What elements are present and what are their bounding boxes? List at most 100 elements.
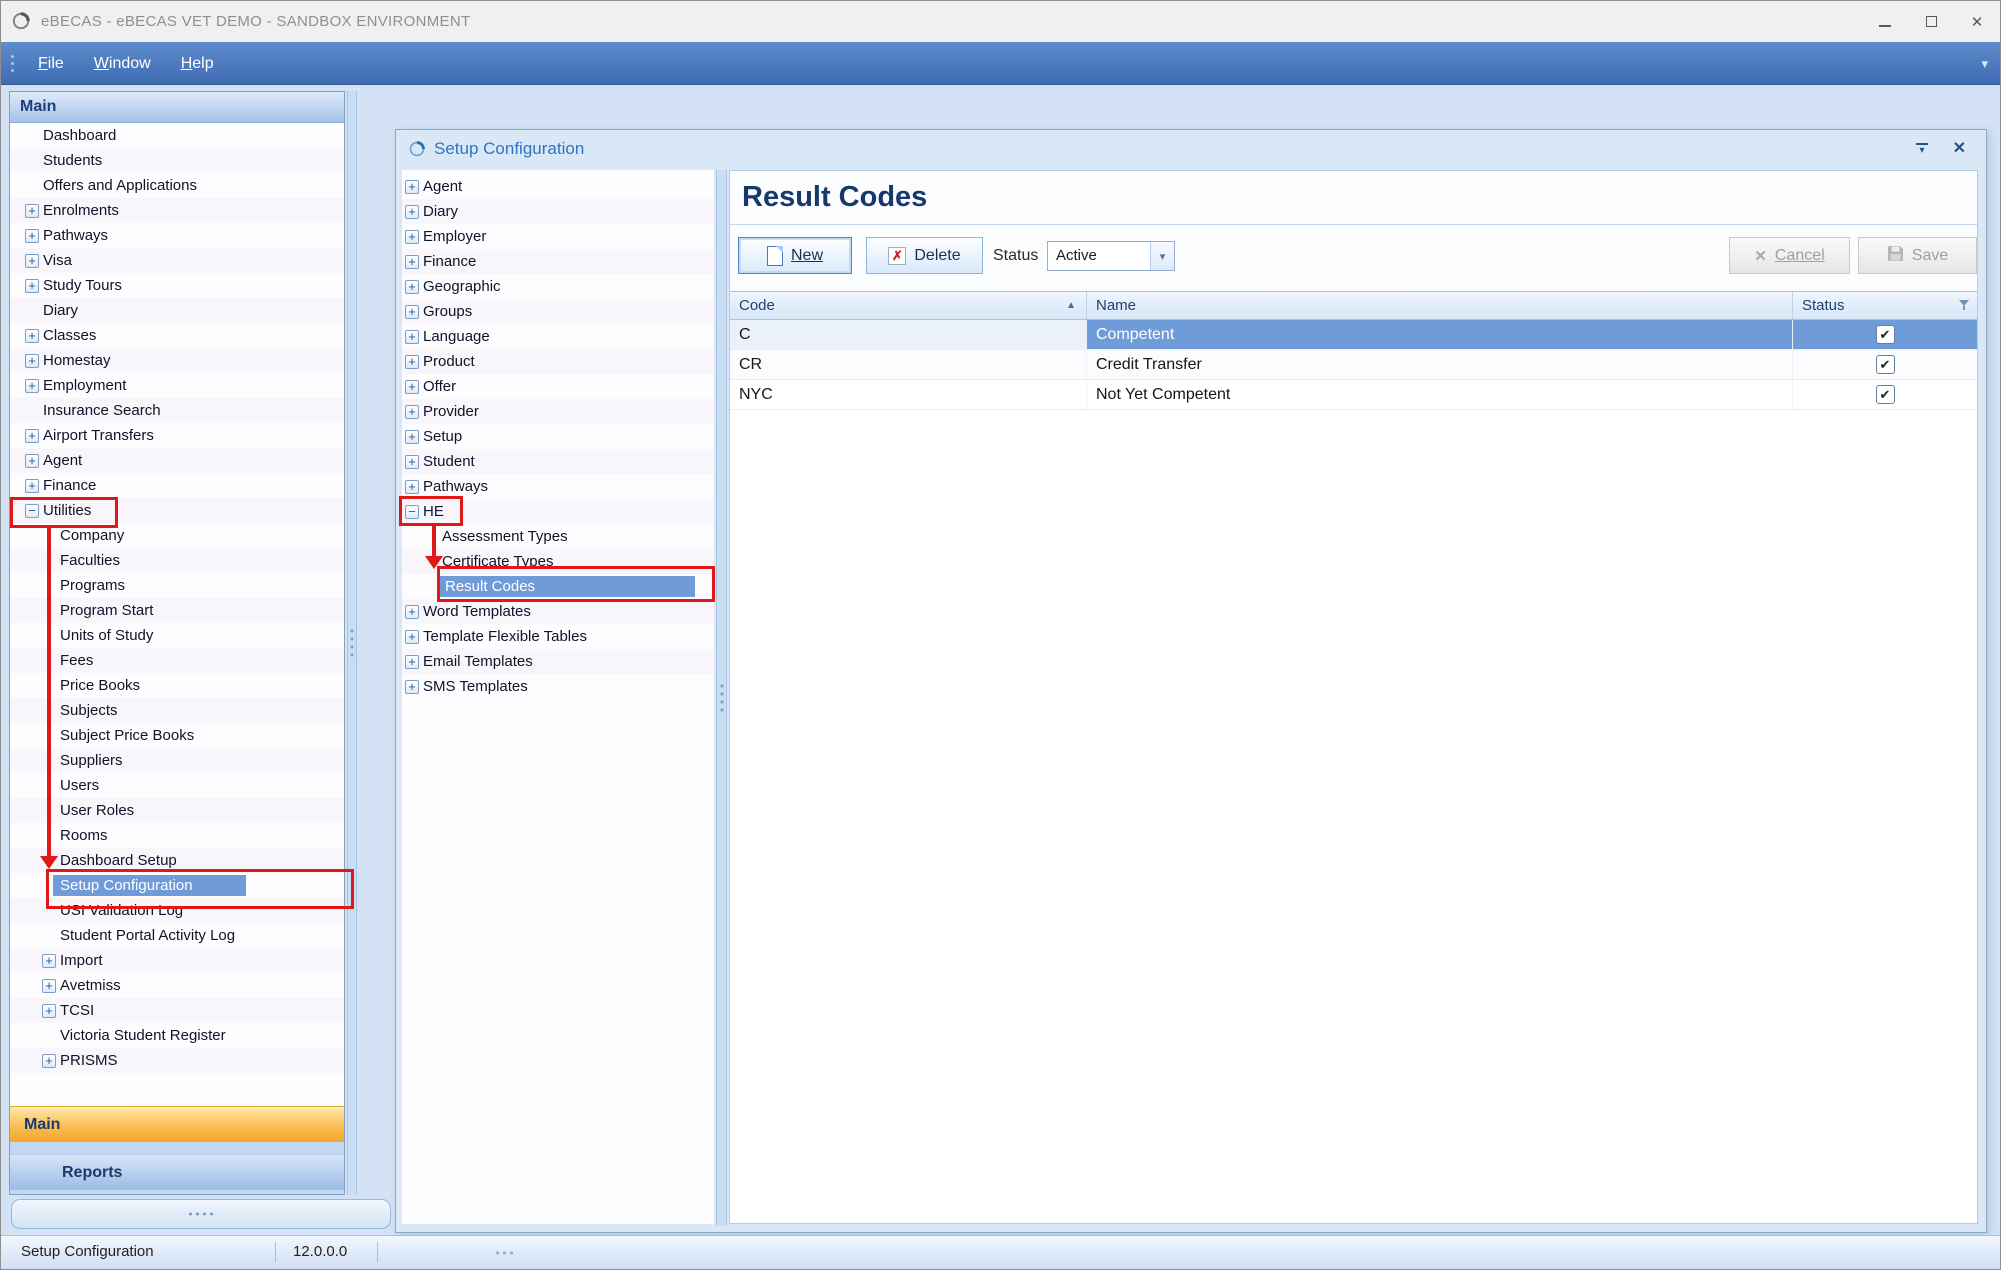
name-cell[interactable]: Credit Transfer (1087, 350, 1793, 379)
expand-icon[interactable]: + (25, 229, 39, 243)
expand-icon[interactable]: + (405, 355, 419, 369)
expand-icon[interactable]: + (405, 205, 419, 219)
expand-icon[interactable]: + (405, 430, 419, 444)
config-tree-item-provider[interactable]: +Provider (402, 399, 714, 424)
expand-icon[interactable]: + (25, 479, 39, 493)
menu-file[interactable]: File (23, 42, 79, 85)
minimize-button[interactable] (1862, 1, 1908, 42)
expand-icon[interactable]: + (405, 605, 419, 619)
config-tree-item-agent[interactable]: +Agent (402, 174, 714, 199)
status-checkbox[interactable]: ✔ (1876, 325, 1895, 344)
expand-icon[interactable]: + (405, 255, 419, 269)
expand-icon[interactable]: + (42, 1054, 56, 1068)
sidebar-item-visa[interactable]: +Visa (10, 248, 344, 273)
config-tree-item-diary[interactable]: +Diary (402, 199, 714, 224)
config-tree-item-word-templates[interactable]: +Word Templates (402, 599, 714, 624)
configuration-splitter[interactable] (716, 170, 727, 1226)
collapse-icon[interactable]: − (405, 505, 419, 519)
sidebar-item-setup-configuration[interactable]: Setup Configuration (10, 873, 344, 898)
expand-icon[interactable]: + (405, 305, 419, 319)
expand-icon[interactable]: + (25, 329, 39, 343)
config-tree-item-result-codes[interactable]: Result Codes (402, 574, 714, 599)
sidebar-item-agent[interactable]: +Agent (10, 448, 344, 473)
new-button[interactable]: New (738, 237, 852, 274)
code-cell[interactable]: C (730, 320, 1087, 349)
config-tree-item-employer[interactable]: +Employer (402, 224, 714, 249)
sidebar-item-prisms[interactable]: +PRISMS (10, 1048, 344, 1073)
expand-icon[interactable]: + (25, 279, 39, 293)
sidebar-item-offers-and-applications[interactable]: Offers and Applications (10, 173, 344, 198)
sidebar-item-pathways[interactable]: +Pathways (10, 223, 344, 248)
sidebar-item-diary[interactable]: Diary (10, 298, 344, 323)
expand-icon[interactable]: + (42, 954, 56, 968)
sidebar-item-users[interactable]: Users (10, 773, 344, 798)
config-tree-item-geographic[interactable]: +Geographic (402, 274, 714, 299)
sidebar-item-program-start[interactable]: Program Start (10, 598, 344, 623)
menu-help[interactable]: Help (166, 42, 229, 85)
expand-icon[interactable]: + (405, 630, 419, 644)
sidebar-item-dashboard[interactable]: Dashboard (10, 123, 344, 148)
sidebar-item-programs[interactable]: Programs (10, 573, 344, 598)
sidebar-item-faculties[interactable]: Faculties (10, 548, 344, 573)
sidebar-item-finance[interactable]: +Finance (10, 473, 344, 498)
sidebar-item-students[interactable]: Students (10, 148, 344, 173)
name-cell[interactable]: Competent (1087, 320, 1793, 349)
expand-icon[interactable]: + (405, 455, 419, 469)
sidebar-item-victoria-student-register[interactable]: Victoria Student Register (10, 1023, 344, 1048)
sidebar-item-homestay[interactable]: +Homestay (10, 348, 344, 373)
config-tree-item-assessment-types[interactable]: Assessment Types (402, 524, 714, 549)
sidebar-item-classes[interactable]: +Classes (10, 323, 344, 348)
sidebar-item-import[interactable]: +Import (10, 948, 344, 973)
status-checkbox[interactable]: ✔ (1876, 385, 1895, 404)
expand-icon[interactable]: + (25, 379, 39, 393)
sidebar-item-avetmiss[interactable]: +Avetmiss (10, 973, 344, 998)
titlebar[interactable]: eBECAS - eBECAS VET DEMO - SANDBOX ENVIR… (1, 1, 2000, 42)
sidebar-item-employment[interactable]: +Employment (10, 373, 344, 398)
reports-nav-group-button[interactable]: Reports (10, 1154, 344, 1190)
expand-icon[interactable]: + (405, 405, 419, 419)
sidebar-item-price-books[interactable]: Price Books (10, 673, 344, 698)
config-tree-item-pathways[interactable]: +Pathways (402, 474, 714, 499)
column-header-code[interactable]: Code ▲ (730, 292, 1087, 319)
expand-icon[interactable]: + (405, 480, 419, 494)
sidebar-item-user-roles[interactable]: User Roles (10, 798, 344, 823)
expand-icon[interactable]: + (42, 979, 56, 993)
sidebar-item-student-portal-activity-log[interactable]: Student Portal Activity Log (10, 923, 344, 948)
sidebar-item-fees[interactable]: Fees (10, 648, 344, 673)
sidebar-item-insurance-search[interactable]: Insurance Search (10, 398, 344, 423)
expand-icon[interactable]: + (25, 204, 39, 218)
main-nav-group-button[interactable]: Main (10, 1106, 344, 1142)
expand-icon[interactable]: + (405, 680, 419, 694)
config-tree-item-student[interactable]: +Student (402, 449, 714, 474)
column-header-status[interactable]: Status (1793, 292, 1977, 319)
expand-icon[interactable]: + (405, 380, 419, 394)
sidebar-item-subjects[interactable]: Subjects (10, 698, 344, 723)
config-tree-item-setup[interactable]: +Setup (402, 424, 714, 449)
sidebar-item-usi-validation-log[interactable]: USI Validation Log (10, 898, 344, 923)
expand-icon[interactable]: + (405, 330, 419, 344)
sidebar-item-airport-transfers[interactable]: +Airport Transfers (10, 423, 344, 448)
expand-icon[interactable]: + (25, 454, 39, 468)
mdi-close-button[interactable]: ✕ (1953, 130, 1966, 168)
sidebar-splitter[interactable] (347, 91, 357, 1195)
sidebar-item-units-of-study[interactable]: Units of Study (10, 623, 344, 648)
status-checkbox[interactable]: ✔ (1876, 355, 1895, 374)
sidebar-item-tcsi[interactable]: +TCSI (10, 998, 344, 1023)
collapsed-dock-panel[interactable] (11, 1199, 391, 1229)
close-button[interactable]: ✕ (1954, 1, 2000, 42)
config-tree-item-language[interactable]: +Language (402, 324, 714, 349)
sidebar-item-company[interactable]: Company (10, 523, 344, 548)
menu-overflow-button[interactable]: ▾ (1981, 42, 1988, 85)
name-cell[interactable]: Not Yet Competent (1087, 380, 1793, 409)
save-button[interactable]: Save (1858, 237, 1977, 274)
grid-row-c[interactable]: CCompetent ✔ (730, 320, 1977, 350)
config-tree-item-certificate-types[interactable]: Certificate Types (402, 549, 714, 574)
config-tree-item-finance[interactable]: +Finance (402, 249, 714, 274)
delete-button[interactable]: ✗ Delete (866, 237, 983, 274)
cancel-button[interactable]: ✕ Cancel (1729, 237, 1850, 274)
grid-row-cr[interactable]: CRCredit Transfer✔ (730, 350, 1977, 380)
config-tree-item-email-templates[interactable]: +Email Templates (402, 649, 714, 674)
expand-icon[interactable]: + (25, 254, 39, 268)
pin-icon[interactable]: ▾ (1914, 143, 1930, 155)
maximize-button[interactable] (1908, 1, 1954, 42)
